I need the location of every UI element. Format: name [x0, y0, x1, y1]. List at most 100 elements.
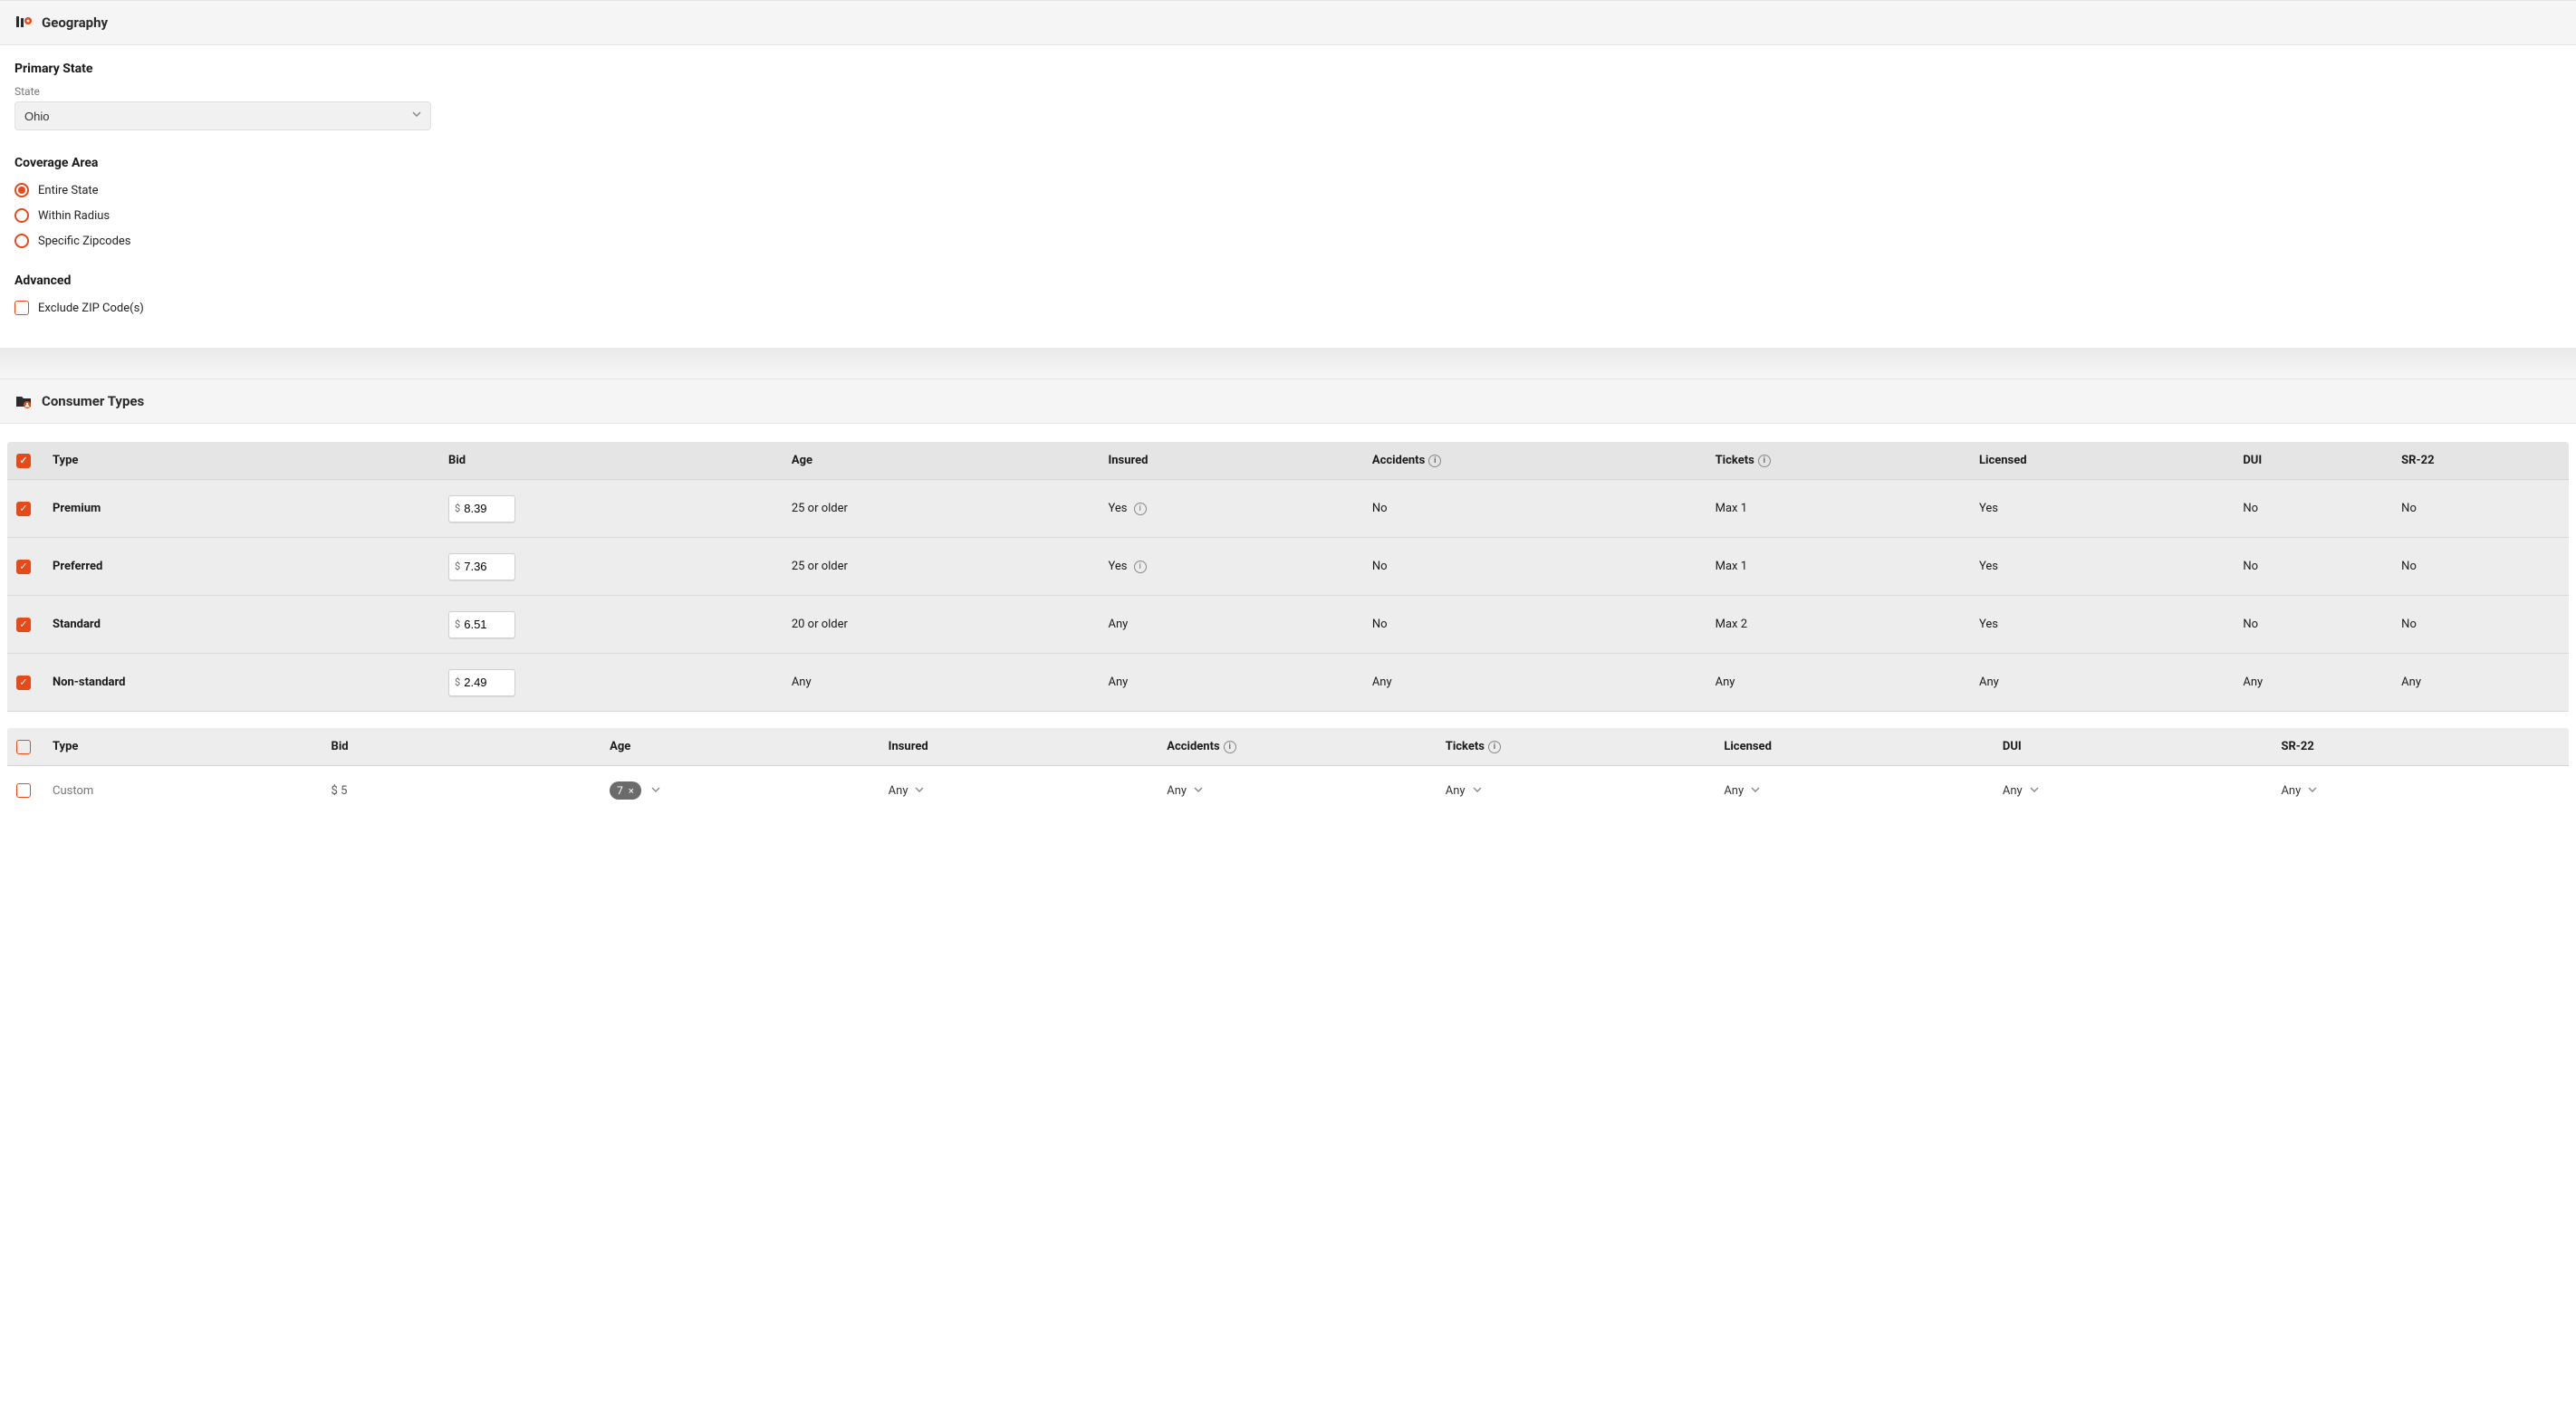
dui-cell: No [2243, 560, 2401, 573]
folder-person-icon [14, 392, 33, 410]
age-pill[interactable]: 7 × [610, 781, 641, 800]
type-name: Standard [53, 618, 448, 631]
custom-tickets-select[interactable]: Any [1446, 784, 1725, 798]
bid-input[interactable]: $ [448, 495, 515, 522]
coverage-radio-2[interactable]: Specific Zipcodes [14, 234, 2562, 248]
bid-value[interactable] [464, 618, 509, 631]
radio-label: Within Radius [38, 209, 110, 223]
chevron-down-icon [1751, 784, 1760, 798]
row-checkbox[interactable]: ✓ [16, 618, 31, 632]
tickets-cell: Max 1 [1716, 502, 1979, 515]
info-icon[interactable]: i [1134, 561, 1147, 573]
table-row: ✓Premium$25 or olderYes iNoMax 1YesNoNo [7, 480, 2569, 538]
chevron-down-icon [1473, 784, 1482, 798]
col-tickets: Tickets i [1446, 740, 1725, 753]
row-checkbox[interactable]: ✓ [16, 560, 31, 574]
age-cell: 20 or older [792, 618, 1109, 631]
geography-title: Geography [42, 14, 108, 31]
info-icon[interactable]: i [1134, 503, 1147, 515]
sr22-cell: Any [2401, 676, 2560, 689]
consumer-types-header: Consumer Types [0, 379, 2576, 424]
col-age: Age [610, 740, 889, 753]
coverage-radio-1[interactable]: Within Radius [14, 208, 2562, 223]
bid-input[interactable]: $ [448, 611, 515, 638]
age-cell: 25 or older [792, 560, 1109, 573]
info-icon[interactable]: i [1428, 455, 1441, 467]
chevron-down-icon [651, 785, 660, 797]
custom-dui-select[interactable]: Any [2003, 784, 2282, 798]
bid-value[interactable] [464, 502, 509, 515]
bid-input[interactable]: $ [448, 553, 515, 580]
close-icon[interactable]: × [629, 785, 634, 797]
custom-sr22-select[interactable]: Any [2281, 784, 2560, 798]
radio-label: Entire State [38, 184, 99, 197]
info-icon[interactable]: i [1488, 741, 1501, 753]
table-row: ✓Preferred$25 or olderYes iNoMax 1YesNoN… [7, 538, 2569, 596]
insured-cell: Any [1108, 618, 1371, 631]
licensed-cell: Yes [1979, 560, 2243, 573]
geography-header: Geography [0, 0, 2576, 45]
custom-age-select[interactable]: 7 × [610, 781, 889, 800]
dui-cell: No [2243, 618, 2401, 631]
checkbox-icon: ✓ [14, 301, 29, 315]
col-type: Type [53, 740, 332, 753]
consumer-types-table: ✓ Type Bid Age Insured Accidents i Ticke… [7, 442, 2569, 712]
coverage-radio-0[interactable]: Entire State [14, 183, 2562, 197]
col-type: Type [53, 454, 448, 467]
state-field-label: State [14, 85, 2562, 98]
licensed-cell: Yes [1979, 502, 2243, 515]
type-name: Premium [53, 502, 448, 515]
accidents-cell: Any [1372, 676, 1716, 689]
licensed-cell: Yes [1979, 618, 2243, 631]
accidents-cell: No [1372, 618, 1716, 631]
sr22-cell: No [2401, 502, 2560, 515]
bid-input[interactable]: $ [448, 669, 515, 696]
info-icon[interactable]: i [1758, 455, 1771, 467]
coverage-radio-group: Entire State Within Radius Specific Zipcod… [14, 183, 2562, 248]
custom-types-table: ✓ Type Bid Age Insured Accidents i Ticke… [7, 728, 2569, 815]
type-name: Non-standard [53, 676, 448, 689]
row-checkbox[interactable]: ✓ [16, 783, 31, 798]
chevron-down-icon [2308, 784, 2317, 798]
age-cell: 25 or older [792, 502, 1109, 515]
col-age: Age [792, 454, 1109, 467]
exclude-zip-checkbox[interactable]: ✓ Exclude ZIP Code(s) [14, 301, 2562, 315]
licensed-cell: Any [1979, 676, 2243, 689]
table-row: ✓Standard$20 or olderAny NoMax 2YesNoNo [7, 596, 2569, 654]
custom-licensed-select[interactable]: Any [1724, 784, 2003, 798]
state-select-value[interactable] [14, 101, 431, 130]
radio-label: Specific Zipcodes [38, 235, 131, 248]
col-licensed: Licensed [1724, 740, 2003, 753]
col-accidents: Accidents i [1167, 740, 1446, 753]
custom-insured-select[interactable]: Any [889, 784, 1168, 798]
col-sr22: SR-22 [2281, 740, 2560, 753]
row-checkbox[interactable]: ✓ [16, 502, 31, 516]
bid-value[interactable] [464, 676, 509, 689]
chevron-down-icon [2030, 784, 2039, 798]
advanced-heading: Advanced [14, 273, 2562, 288]
insured-cell: Yes i [1108, 502, 1371, 515]
consumer-types-title: Consumer Types [42, 393, 144, 409]
radio-icon [14, 234, 29, 248]
custom-accidents-select[interactable]: Any [1167, 784, 1446, 798]
col-dui: DUI [2003, 740, 2282, 753]
coverage-area-heading: Coverage Area [14, 156, 2562, 170]
primary-state-heading: Primary State [14, 62, 2562, 76]
select-all-checkbox[interactable]: ✓ [16, 454, 31, 468]
exclude-zip-label: Exclude ZIP Code(s) [38, 302, 144, 315]
col-bid: Bid [332, 740, 610, 753]
bid-value[interactable] [464, 560, 509, 573]
age-cell: Any [792, 676, 1109, 689]
sr22-cell: No [2401, 560, 2560, 573]
custom-type-name: Custom [53, 784, 332, 798]
accidents-cell: No [1372, 502, 1716, 515]
radio-icon [14, 183, 29, 197]
custom-bid: $ 5 [332, 784, 610, 798]
custom-row: ✓ Custom $ 5 7 × Any Any [7, 766, 2569, 815]
info-icon[interactable]: i [1224, 741, 1236, 753]
row-checkbox[interactable]: ✓ [16, 676, 31, 690]
select-all-custom-checkbox[interactable]: ✓ [16, 740, 31, 754]
accidents-cell: No [1372, 560, 1716, 573]
state-select[interactable] [14, 101, 431, 130]
dui-cell: No [2243, 502, 2401, 515]
